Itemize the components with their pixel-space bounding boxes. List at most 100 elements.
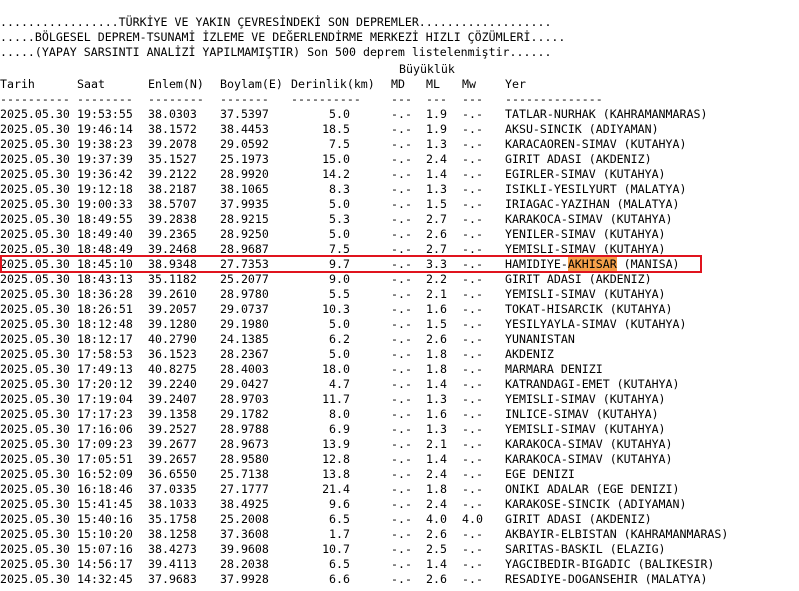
- cell-date: 2025.05.30: [0, 422, 70, 436]
- cell-lon: 28.2367: [220, 347, 269, 361]
- cell-md: -.-: [391, 152, 412, 166]
- cell-lat: 38.0303: [148, 107, 197, 121]
- cell-ml: 2.6: [426, 227, 447, 241]
- cell-md: -.-: [391, 332, 412, 346]
- cell-mw: -.-: [462, 377, 483, 391]
- cell-lat: 39.2122: [148, 167, 197, 181]
- table-row: 2025.05.30 19:36:42 39.2122 28.9920 14.2 -.- 1…: [0, 167, 799, 182]
- cell-depth: 14.2: [322, 167, 350, 181]
- cell-lon: 25.2008: [220, 512, 269, 526]
- cell-lat: 38.9348: [148, 257, 197, 271]
- cell-date: 2025.05.30: [0, 332, 70, 346]
- cell-lat: 40.8275: [148, 362, 197, 376]
- cell-depth: 5.0: [329, 227, 350, 241]
- table-row: 2025.05.30 19:12:18 38.2187 38.1065 8.3 -.- 1.…: [0, 182, 799, 197]
- cell-lat: 35.1182: [148, 272, 197, 286]
- cell-place: YEMISLI-SIMAV (KUTAHYA): [505, 422, 666, 436]
- table-row: 2025.05.30 18:43:13 35.1182 25.2077 9.0 -.- 2.…: [0, 272, 799, 287]
- cell-time: 18:43:13: [77, 272, 133, 286]
- cell-depth: 15.0: [322, 152, 350, 166]
- cell-md: -.-: [391, 527, 412, 541]
- cell-place: ONIKI ADALAR (EGE DENIZI): [505, 482, 680, 496]
- sep-ml: ---: [426, 92, 447, 106]
- cell-place: EGE DENIZI: [505, 467, 575, 481]
- table-row: 2025.05.30 16:52:09 36.6550 25.7138 13.8 -.- 2…: [0, 467, 799, 482]
- cell-lat: 36.6550: [148, 467, 197, 481]
- cell-lon: 29.0427: [220, 377, 269, 391]
- cell-place: YAGCIBEDIR-BIGADIC (BALIKESIR): [505, 557, 715, 571]
- table-row: 2025.05.30 18:36:28 39.2610 28.9780 5.5 -.- 2.…: [0, 287, 799, 302]
- cell-date: 2025.05.30: [0, 122, 70, 136]
- cell-place: KARACAOREN-SIMAV (KUTAHYA): [505, 137, 687, 151]
- cell-mw: -.-: [462, 407, 483, 421]
- cell-time: 16:18:46: [77, 482, 133, 496]
- cell-mw: -.-: [462, 317, 483, 331]
- cell-depth: 13.9: [322, 437, 350, 451]
- cell-time: 17:17:23: [77, 407, 133, 421]
- magnitude-group-label: Büyüklük: [399, 62, 455, 76]
- col-time: Saat: [77, 77, 105, 91]
- cell-place: INLICE-SIMAV (KUTAHYA): [505, 407, 659, 421]
- cell-place: YEMISLI-SIMAV (KUTAHYA): [505, 287, 666, 301]
- cell-lon: 38.1065: [220, 182, 269, 196]
- cell-ml: 1.5: [426, 317, 447, 331]
- cell-mw: -.-: [462, 422, 483, 436]
- cell-md: -.-: [391, 572, 412, 586]
- sep-md: ---: [391, 92, 412, 106]
- cell-md: -.-: [391, 137, 412, 151]
- table-row: 2025.05.30 19:38:23 39.2078 29.0592 7.5 -.- 1.…: [0, 137, 799, 152]
- table-row: 2025.05.30 17:17:23 39.1358 29.1782 8.0 -.- 1.…: [0, 407, 799, 422]
- cell-lat: 38.2187: [148, 182, 197, 196]
- cell-mw: -.-: [462, 107, 483, 121]
- cell-lat: 39.2527: [148, 422, 197, 436]
- cell-depth: 5.0: [329, 107, 350, 121]
- cell-depth: 12.8: [322, 452, 350, 466]
- cell-lon: 37.9935: [220, 197, 269, 211]
- cell-ml: 2.7: [426, 242, 447, 256]
- cell-date: 2025.05.30: [0, 107, 70, 121]
- cell-depth: 9.6: [329, 497, 350, 511]
- cell-lon: 39.9608: [220, 542, 269, 556]
- cell-ml: 1.6: [426, 302, 447, 316]
- cell-date: 2025.05.30: [0, 557, 70, 571]
- cell-time: 17:58:53: [77, 347, 133, 361]
- cell-time: 18:12:48: [77, 317, 133, 331]
- cell-md: -.-: [391, 302, 412, 316]
- cell-depth: 21.4: [322, 482, 350, 496]
- header-line-1: .................TÜRKİYE VE YAKIN ÇEVRES…: [0, 15, 552, 29]
- cell-ml: 2.1: [426, 437, 447, 451]
- cell-lon: 29.0592: [220, 137, 269, 151]
- cell-md: -.-: [391, 182, 412, 196]
- cell-md: -.-: [391, 287, 412, 301]
- cell-ml: 1.4: [426, 377, 447, 391]
- cell-depth: 9.7: [329, 257, 350, 271]
- cell-date: 2025.05.30: [0, 407, 70, 421]
- cell-md: -.-: [391, 467, 412, 481]
- cell-mw: -.-: [462, 197, 483, 211]
- cell-date: 2025.05.30: [0, 467, 70, 481]
- cell-time: 15:07:16: [77, 542, 133, 556]
- cell-lon: 28.9780: [220, 287, 269, 301]
- cell-date: 2025.05.30: [0, 257, 70, 271]
- table-row: 2025.05.30 17:19:04 39.2407 28.9703 11.7 -.- 1…: [0, 392, 799, 407]
- column-header-row: Tarih Saat Enlem(N) Boylam(E) Derinlik(k…: [0, 77, 799, 92]
- cell-time: 18:48:49: [77, 242, 133, 256]
- cell-lat: 39.1280: [148, 317, 197, 331]
- cell-ml: 2.4: [426, 497, 447, 511]
- cell-lat: 35.1758: [148, 512, 197, 526]
- cell-time: 18:36:28: [77, 287, 133, 301]
- cell-lon: 24.1385: [220, 332, 269, 346]
- cell-lon: 29.0737: [220, 302, 269, 316]
- column-separator-row: ---------- -------- -------- ------- ---…: [0, 92, 799, 107]
- cell-md: -.-: [391, 437, 412, 451]
- cell-mw: -.-: [462, 137, 483, 151]
- cell-time: 17:19:04: [77, 392, 133, 406]
- cell-mw: -.-: [462, 227, 483, 241]
- cell-date: 2025.05.30: [0, 542, 70, 556]
- cell-time: 17:20:12: [77, 377, 133, 391]
- cell-lon: 28.9788: [220, 422, 269, 436]
- sep-lat: --------: [148, 92, 204, 106]
- cell-md: -.-: [391, 377, 412, 391]
- cell-ml: 1.6: [426, 407, 447, 421]
- cell-depth: 6.5: [329, 512, 350, 526]
